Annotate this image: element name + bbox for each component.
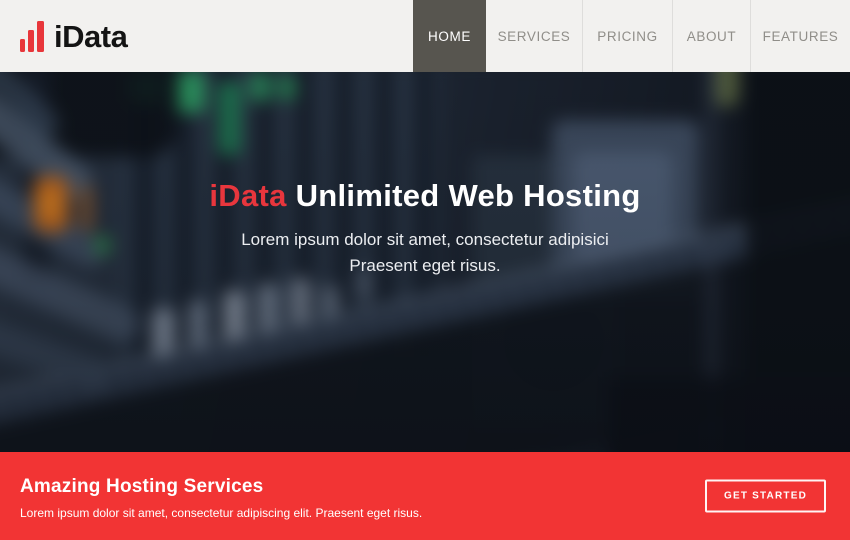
hero-title-highlight: iData [209,178,286,213]
bar-chart-icon [20,20,44,52]
hero-subtitle: Lorem ipsum dolor sit amet, consectetur … [0,227,850,279]
hero-title: iData Unlimited Web Hosting [0,178,850,214]
nav-item-features[interactable]: FEATURES [750,0,850,72]
cta-band: Amazing Hosting Services Lorem ipsum dol… [0,452,850,540]
header: iData HOME SERVICES PRICING ABOUT FEATUR… [0,0,850,72]
page: iData HOME SERVICES PRICING ABOUT FEATUR… [0,0,850,540]
brand-name: iData [54,21,127,52]
hero-subtitle-line1: Lorem ipsum dolor sit amet, consectetur … [241,230,609,249]
nav-item-about[interactable]: ABOUT [672,0,750,72]
nav-item-home[interactable]: HOME [413,0,486,72]
logo-bar [37,21,44,52]
hero-section: iData Unlimited Web Hosting Lorem ipsum … [0,72,850,452]
main-nav: HOME SERVICES PRICING ABOUT FEATURES [413,0,850,72]
hero-content: iData Unlimited Web Hosting Lorem ipsum … [0,72,850,279]
logo-bar [28,30,34,52]
get-started-button[interactable]: GET STARTED [705,480,826,513]
logo-bar [20,39,25,52]
nav-item-pricing[interactable]: PRICING [582,0,672,72]
hero-title-rest: Unlimited Web Hosting [287,178,641,213]
nav-item-services[interactable]: SERVICES [486,0,582,72]
logo[interactable]: iData [0,0,127,72]
hero-subtitle-line2: Praesent eget risus. [349,256,500,275]
